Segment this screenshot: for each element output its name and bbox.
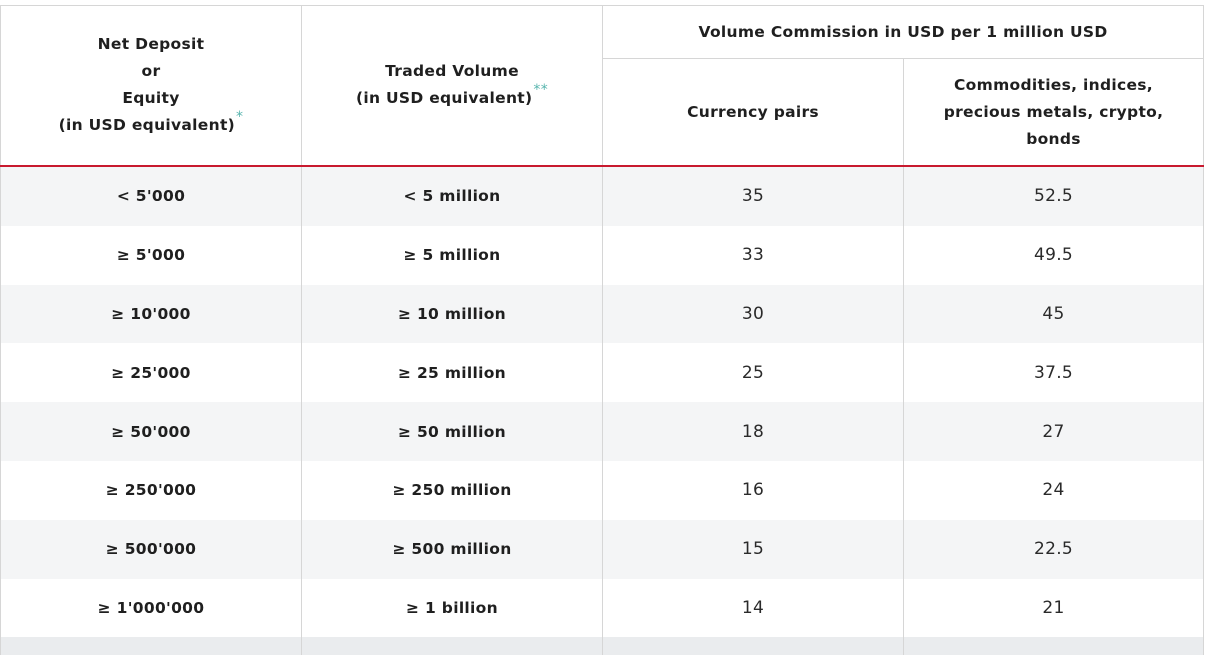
- table-row-partial: [0, 637, 1205, 655]
- header-net-deposit-line1: Net Deposit: [97, 35, 205, 53]
- cell-currency-pairs: 18: [602, 402, 904, 461]
- cell-empty: [602, 637, 904, 655]
- cell-volume: ≥ 1 billion: [301, 578, 603, 638]
- cell-deposit: ≥ 10'000: [0, 284, 302, 344]
- cell-deposit: < 5'000: [0, 166, 302, 226]
- cell-commodities: 24: [902, 460, 1205, 520]
- header-commodities-line1: Commodities, indices,: [954, 75, 1153, 94]
- cell-currency-pairs: 15: [602, 519, 904, 579]
- cell-commodities: 45: [902, 284, 1205, 344]
- header-traded-volume-line1: Traded Volume: [385, 62, 519, 80]
- cell-deposit: ≥ 1'000'000: [0, 578, 302, 638]
- header-volume-commission: Volume Commission in USD per 1 million U…: [601, 5, 1205, 59]
- cell-commodities: 49.5: [902, 225, 1205, 285]
- cell-volume: < 5 million: [301, 166, 603, 226]
- cell-currency-pairs: 35: [602, 166, 904, 226]
- cell-commodities: 27: [902, 402, 1205, 461]
- cell-deposit: ≥ 50'000: [0, 402, 302, 461]
- table-row: ≥ 50'000 ≥ 50 million 18 27: [0, 402, 1205, 461]
- table-row: < 5'000 < 5 million 35 52.5: [0, 166, 1205, 226]
- header-commodities: Commodities, indices, precious metals, c…: [902, 58, 1205, 167]
- table-row: ≥ 25'000 ≥ 25 million 25 37.5: [0, 343, 1205, 403]
- header-traded-volume-line2: (in USD equivalent): [355, 89, 533, 107]
- cell-commodities: 37.5: [902, 343, 1205, 403]
- cell-currency-pairs: 14: [602, 578, 904, 638]
- footnote-marker-single[interactable]: *: [236, 109, 243, 125]
- cell-deposit: ≥ 250'000: [0, 460, 302, 520]
- cell-currency-pairs: 30: [602, 284, 904, 344]
- cell-commodities: 52.5: [902, 166, 1205, 226]
- header-net-deposit-line3: Equity: [122, 89, 180, 107]
- commission-table: Net Deposit or Equity (in USD equivalent…: [0, 5, 1205, 655]
- cell-volume: ≥ 5 million: [301, 225, 603, 285]
- cell-currency-pairs: 16: [602, 460, 904, 520]
- cell-commodities: 21: [902, 578, 1205, 638]
- cell-commodities: 22.5: [902, 519, 1205, 579]
- header-net-deposit: Net Deposit or Equity (in USD equivalent…: [0, 5, 302, 167]
- table-row: ≥ 1'000'000 ≥ 1 billion 14 21: [0, 578, 1205, 638]
- header-net-deposit-line2: or: [141, 62, 161, 80]
- table-row: ≥ 250'000 ≥ 250 million 16 24: [0, 460, 1205, 520]
- footnote-marker-double[interactable]: **: [533, 82, 548, 98]
- cell-volume: ≥ 10 million: [301, 284, 603, 344]
- cell-deposit: ≥ 5'000: [0, 225, 302, 285]
- commission-table-container: Net Deposit or Equity (in USD equivalent…: [0, 0, 1205, 655]
- table-row: ≥ 5'000 ≥ 5 million 33 49.5: [0, 225, 1205, 285]
- header-commodities-line3: bonds: [1026, 129, 1081, 148]
- cell-volume: ≥ 250 million: [301, 460, 603, 520]
- table-header: Net Deposit or Equity (in USD equivalent…: [0, 5, 1205, 167]
- header-currency-pairs: Currency pairs: [602, 58, 904, 167]
- cell-empty: [902, 637, 1205, 655]
- cell-empty: [0, 637, 302, 655]
- table-body: < 5'000 < 5 million 35 52.5 ≥ 5'000 ≥ 5 …: [0, 166, 1205, 655]
- cell-deposit: ≥ 500'000: [0, 519, 302, 579]
- cell-currency-pairs: 33: [602, 225, 904, 285]
- header-commodities-line2: precious metals, crypto,: [943, 102, 1164, 121]
- header-traded-volume: Traded Volume (in USD equivalent)**: [301, 5, 603, 167]
- cell-currency-pairs: 25: [602, 343, 904, 403]
- cell-empty: [301, 637, 603, 655]
- cell-volume: ≥ 500 million: [301, 519, 603, 579]
- cell-volume: ≥ 50 million: [301, 402, 603, 461]
- header-net-deposit-line4: (in USD equivalent): [58, 116, 236, 134]
- table-row: ≥ 10'000 ≥ 10 million 30 45: [0, 284, 1205, 344]
- table-row: ≥ 500'000 ≥ 500 million 15 22.5: [0, 519, 1205, 579]
- cell-volume: ≥ 25 million: [301, 343, 603, 403]
- cell-deposit: ≥ 25'000: [0, 343, 302, 403]
